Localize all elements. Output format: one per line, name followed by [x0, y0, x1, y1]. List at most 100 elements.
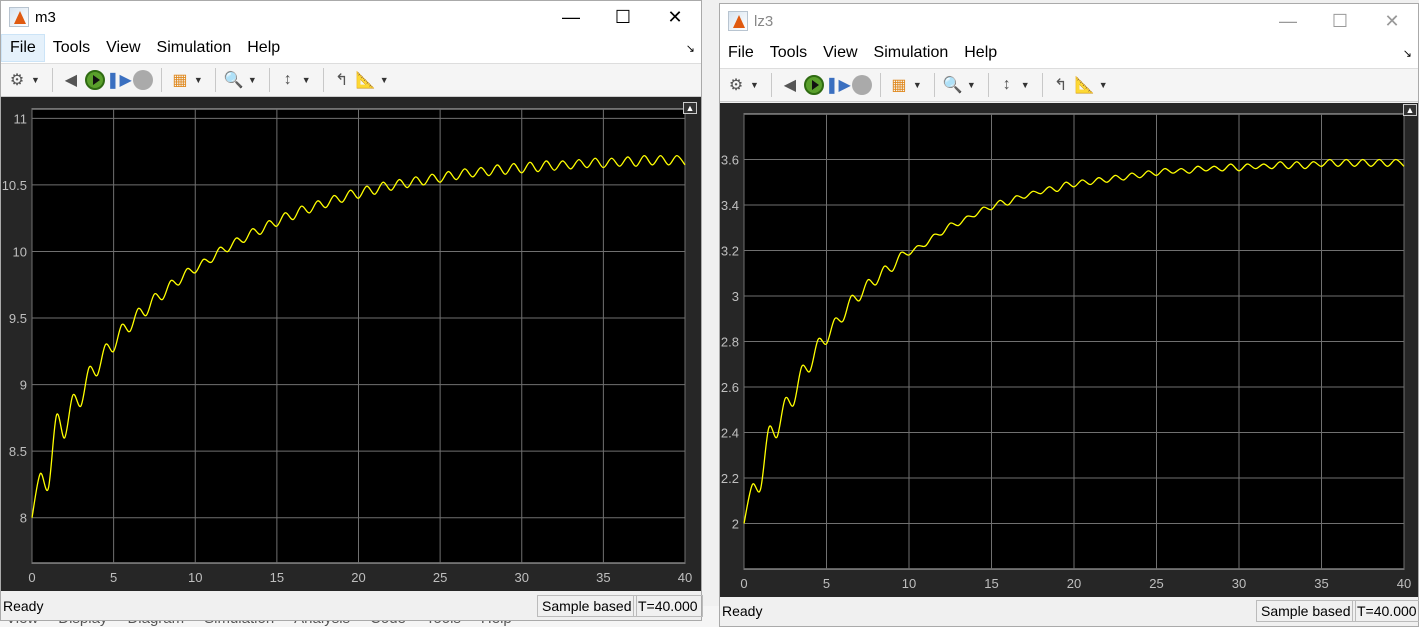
close-button[interactable]: ✕ [649, 1, 701, 33]
zoom-dropdown[interactable]: ▼ [248, 75, 257, 85]
plot-panel: ▲ 0 5 10 15 20 25 30 35 40 8 8.5 9 9.5 10 10.5 11 [1, 97, 701, 591]
maximize-button[interactable]: ☐ [1314, 4, 1366, 38]
y-tick-label: 10 [13, 244, 27, 259]
sim-time: T=40.000 [1352, 600, 1419, 622]
signal-dropdown[interactable]: ▼ [194, 75, 203, 85]
y-tick-label: 9.5 [9, 311, 27, 326]
plot-panel: ▲ 0 5 10 15 20 25 30 35 40 2 2.2 2.4 2.6 2.8 3 3.2 3.4 3.… [720, 103, 1418, 598]
menu-view[interactable]: View [98, 35, 148, 61]
settings-gear-icon[interactable]: ⚙ [5, 68, 29, 92]
y-tick-label: 10.5 [2, 178, 27, 193]
y-tick-label: 3.2 [721, 244, 739, 259]
window-title: m3 [35, 8, 56, 26]
undock-icon[interactable]: ↘ [1403, 47, 1412, 60]
x-tick-label: 0 [740, 576, 747, 591]
signal-hierarchy-icon[interactable]: ▦ [887, 73, 911, 97]
status-bar: Ready Sample based T=40.000 [1, 592, 703, 620]
menu-help[interactable]: Help [956, 40, 1005, 66]
menu-simulation[interactable]: Simulation [149, 35, 240, 61]
settings-gear-icon[interactable]: ⚙ [724, 73, 748, 97]
y-tick-label: 8.5 [9, 444, 27, 459]
scope-plot[interactable]: 0 5 10 15 20 25 30 35 40 2 2.2 2.4 2.6 2.8 3 3.2 3.4 3.6 [720, 103, 1418, 598]
x-tick-label: 20 [1067, 576, 1081, 591]
menu-bar: File Tools View Simulation Help ↘ [720, 38, 1418, 69]
scale-dropdown[interactable]: ▼ [1021, 80, 1030, 90]
stop-icon [851, 75, 872, 95]
menu-tools[interactable]: Tools [45, 35, 98, 61]
scale-axes-icon[interactable]: ↕ [276, 68, 300, 92]
zoom-in-icon[interactable]: 🔍 [941, 73, 965, 97]
signal-dropdown[interactable]: ▼ [913, 80, 922, 90]
title-bar: m3 — ☐ ✕ [1, 1, 701, 33]
x-tick-label: 20 [351, 570, 365, 585]
x-tick-label: 15 [984, 576, 998, 591]
step-back-icon[interactable]: ◀ [778, 73, 802, 97]
matlab-icon [9, 7, 29, 27]
toolbar: ⚙ ▼ ◀ ❚▶ ▦ ▼ 🔍 ▼ ↕ ▼ ↰ 📐 ▼ [1, 64, 701, 97]
close-button[interactable]: ✕ [1366, 4, 1418, 38]
triggers-icon[interactable]: ↰ [330, 68, 354, 92]
zoom-dropdown[interactable]: ▼ [967, 80, 976, 90]
play-icon [803, 75, 824, 95]
scale-dropdown[interactable]: ▼ [302, 75, 311, 85]
measure-dropdown[interactable]: ▼ [380, 75, 389, 85]
menu-tools[interactable]: Tools [762, 40, 815, 66]
minimize-button[interactable]: — [545, 1, 597, 33]
y-tick-label: 2.4 [721, 426, 739, 441]
x-tick-label: 5 [110, 570, 117, 585]
y-tick-label: 8 [20, 511, 27, 526]
menu-simulation[interactable]: Simulation [866, 40, 957, 66]
menu-view[interactable]: View [815, 40, 865, 66]
menu-file[interactable]: File [720, 40, 762, 66]
x-tick-label: 25 [433, 570, 447, 585]
x-tick-label: 0 [28, 570, 35, 585]
measurements-ruler-icon[interactable]: 📐 [1073, 73, 1097, 97]
play-icon [84, 70, 105, 90]
x-tick-label: 30 [515, 570, 529, 585]
zoom-in-icon[interactable]: 🔍 [222, 68, 246, 92]
scope-window-lz3: lz3 — ☐ ✕ File Tools View Simulation Hel… [719, 3, 1419, 627]
matlab-icon [728, 11, 748, 31]
settings-dropdown[interactable]: ▼ [31, 75, 40, 85]
x-tick-label: 10 [188, 570, 202, 585]
settings-dropdown[interactable]: ▼ [750, 80, 759, 90]
x-tick-label: 30 [1232, 576, 1246, 591]
menu-file[interactable]: File [1, 34, 45, 62]
y-tick-label: 2 [732, 517, 739, 532]
y-tick-label: 2.2 [721, 471, 739, 486]
signal-hierarchy-icon[interactable]: ▦ [168, 68, 192, 92]
stop-button[interactable] [131, 68, 155, 92]
stop-button[interactable] [850, 73, 874, 97]
triggers-icon[interactable]: ↰ [1049, 73, 1073, 97]
window-title: lz3 [754, 12, 774, 30]
step-forward-icon[interactable]: ❚▶ [106, 68, 132, 92]
x-tick-label: 40 [1397, 576, 1411, 591]
sample-mode: Sample based [1256, 600, 1356, 622]
status-text: Ready [3, 598, 44, 614]
scope-window-m3: m3 — ☐ ✕ File Tools View Simulation Help… [0, 0, 703, 621]
measure-dropdown[interactable]: ▼ [1099, 80, 1108, 90]
collapse-icon[interactable]: ▲ [683, 102, 697, 114]
step-back-icon[interactable]: ◀ [59, 68, 83, 92]
minimize-button[interactable]: — [1262, 4, 1314, 38]
scope-plot[interactable]: 0 5 10 15 20 25 30 35 40 8 8.5 9 9.5 10 10.5 11 [1, 97, 701, 591]
run-button[interactable] [83, 68, 107, 92]
y-tick-label: 3.4 [721, 198, 739, 213]
y-tick-label: 3.6 [721, 153, 739, 168]
measurements-ruler-icon[interactable]: 📐 [354, 68, 378, 92]
status-bar: Ready Sample based T=40.000 [720, 597, 1419, 626]
undock-icon[interactable]: ↘ [686, 42, 695, 55]
sample-mode: Sample based [537, 595, 637, 617]
step-forward-icon[interactable]: ❚▶ [825, 73, 851, 97]
title-bar: lz3 — ☐ ✕ [720, 4, 1418, 38]
menu-help[interactable]: Help [239, 35, 288, 61]
collapse-icon[interactable]: ▲ [1403, 104, 1417, 116]
x-tick-label: 10 [902, 576, 916, 591]
x-tick-label: 35 [1314, 576, 1328, 591]
scale-axes-icon[interactable]: ↕ [995, 73, 1019, 97]
run-button[interactable] [802, 73, 826, 97]
maximize-button[interactable]: ☐ [597, 1, 649, 33]
toolbar: ⚙ ▼ ◀ ❚▶ ▦ ▼ 🔍 ▼ ↕ ▼ ↰ 📐 ▼ [720, 69, 1418, 102]
y-tick-label: 9 [20, 378, 27, 393]
menu-bar: File Tools View Simulation Help ↘ [1, 33, 701, 64]
